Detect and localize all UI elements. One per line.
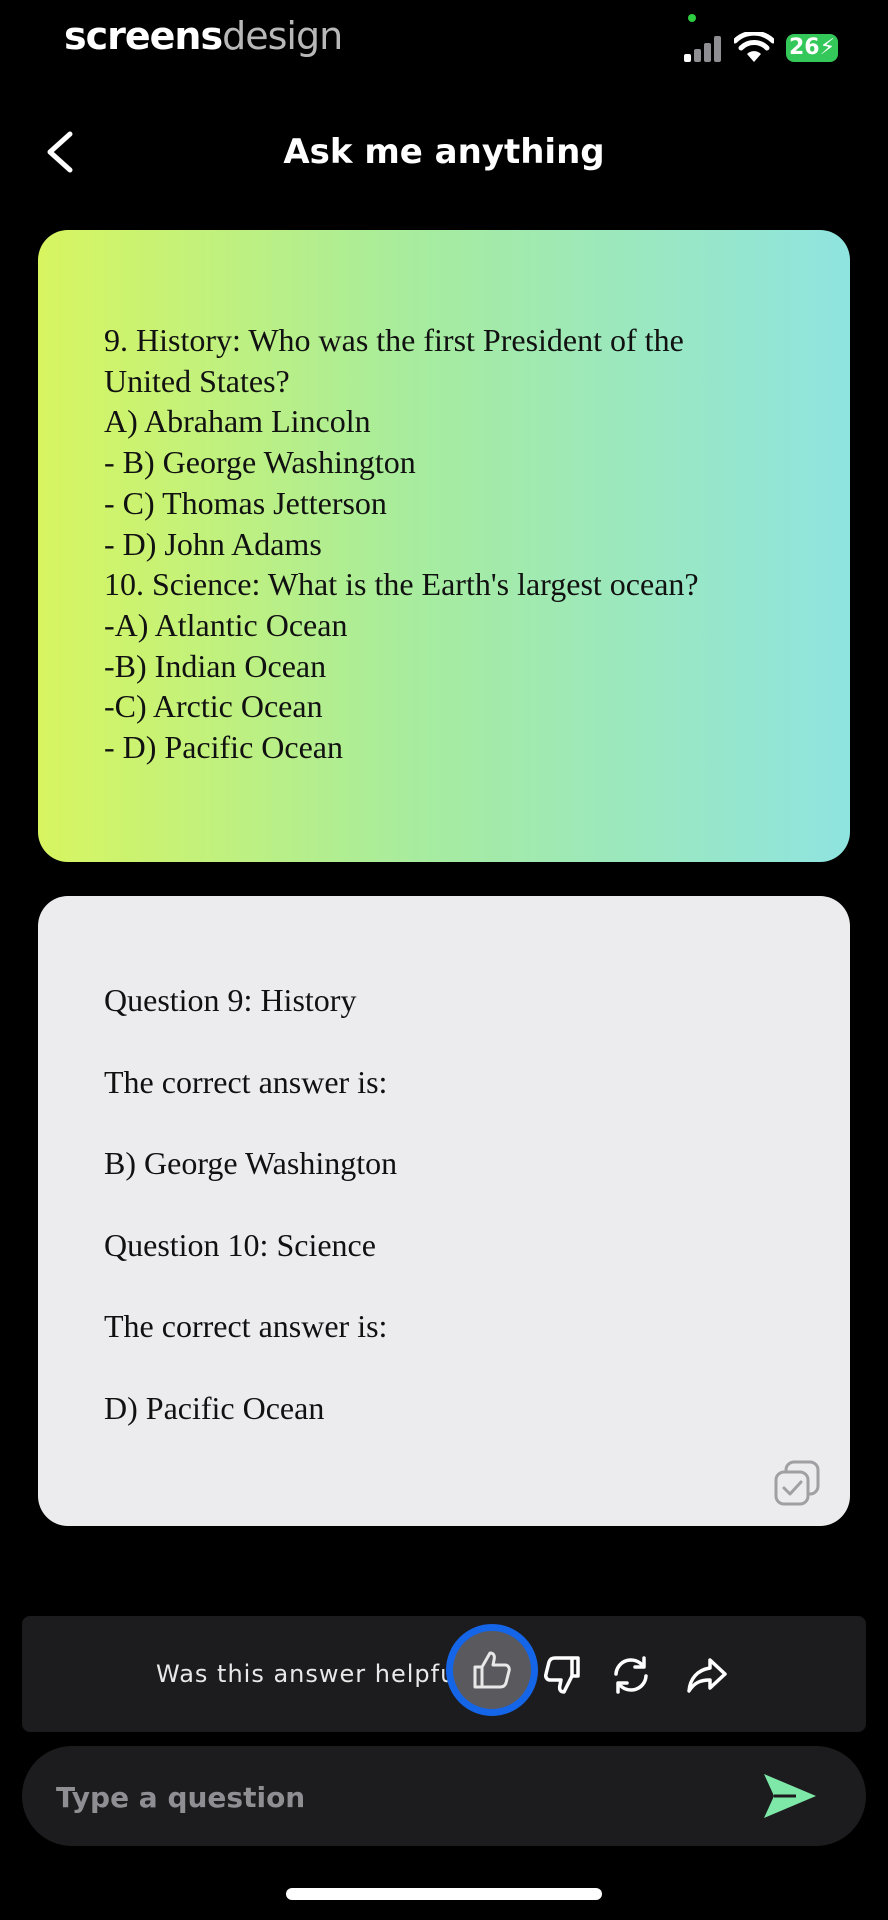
question-message-card: 9. History: Who was the first President … [38, 230, 850, 862]
message-line: - D) Pacific Ocean [104, 729, 343, 766]
message-line: - B) George Washington [104, 444, 416, 481]
message-line: -C) Arctic Ocean [104, 688, 323, 725]
answer-line: The correct answer is: [104, 1308, 388, 1344]
message-line: -A) Atlantic Ocean [104, 606, 348, 643]
answer-line: The correct answer is: [104, 1063, 388, 1100]
thumbs-up-button[interactable] [446, 1624, 538, 1716]
share-icon[interactable] [686, 1654, 728, 1696]
nav-header: Ask me anything [0, 110, 888, 190]
message-line: -B) Indian Ocean [104, 647, 327, 684]
home-indicator [286, 1888, 602, 1900]
answer-line: D) Pacific Ocean [104, 1389, 325, 1426]
answer-line: Question 9: History [104, 982, 357, 1018]
chevron-left-icon[interactable] [40, 130, 80, 174]
message-line: 10. Science: What is the Earth's largest… [104, 566, 699, 603]
message-line: - D) John Adams [104, 525, 322, 562]
brand-secondary: design [222, 14, 343, 58]
message-line: United States? [104, 362, 290, 399]
wifi-icon [734, 32, 774, 62]
status-bar: screensdesign 26⚡ [0, 0, 888, 90]
message-line: 9. History: Who was the first President … [104, 322, 684, 358]
feedback-prompt: Was this answer helpful? [156, 1660, 478, 1688]
brand-watermark: screensdesign [64, 14, 343, 58]
answer-line: Question 10: Science [104, 1226, 376, 1263]
charging-bolt-icon: ⚡ [819, 35, 836, 60]
thumbs-down-icon[interactable] [542, 1654, 584, 1696]
question-input-bar [22, 1746, 866, 1848]
battery-level: 26 [788, 35, 820, 60]
send-icon[interactable] [762, 1770, 818, 1822]
message-line: - C) Thomas Jetterson [104, 484, 387, 521]
page-title: Ask me anything [283, 132, 605, 172]
feedback-bar: Was this answer helpful? [22, 1616, 866, 1732]
brand-primary: screens [64, 14, 223, 58]
thumbs-up-icon [473, 1651, 511, 1689]
privacy-indicator [688, 14, 696, 22]
answer-message-card: Question 9: History The correct answer i… [38, 896, 850, 1526]
cellular-signal-icon [684, 36, 721, 62]
refresh-icon[interactable] [610, 1654, 652, 1696]
answer-line: B) George Washington [104, 1145, 398, 1181]
message-line: A) Abraham Lincoln [104, 403, 371, 440]
battery-indicator: 26⚡ [786, 34, 838, 62]
question-input[interactable] [54, 1746, 758, 1848]
copy-icon[interactable] [774, 1460, 820, 1506]
